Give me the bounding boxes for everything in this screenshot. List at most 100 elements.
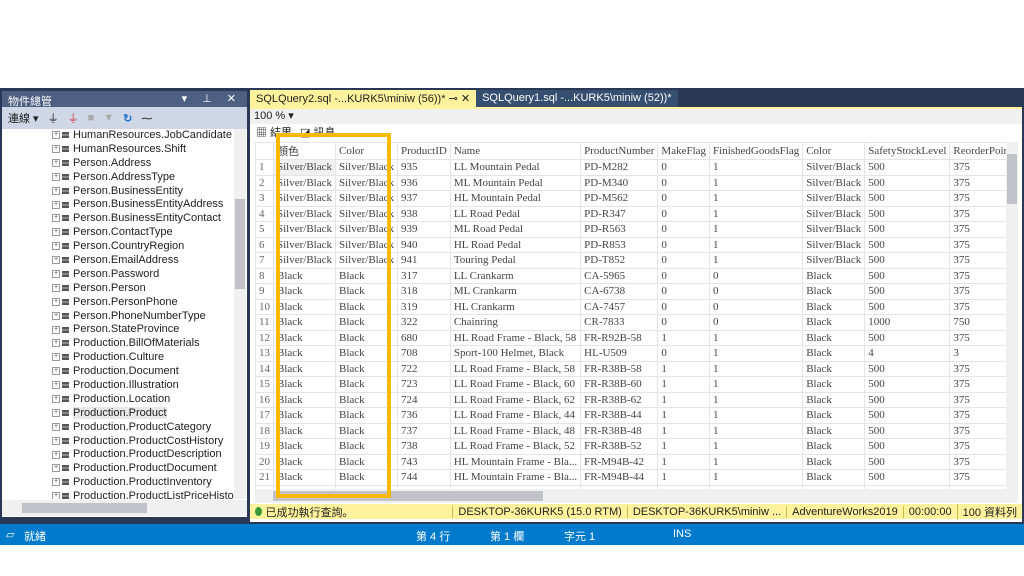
grid-cell[interactable]: 500 [864,407,951,424]
grid-cell[interactable]: 0 [657,190,711,207]
row-number[interactable]: 9 [255,283,274,300]
tree-item[interactable]: + Person.BusinessEntityContact [2,212,234,226]
grid-cell[interactable]: Silver/Black [273,190,336,207]
grid-cell[interactable]: 1 [709,252,804,269]
grid-cell[interactable]: 375 [949,283,1006,300]
zoom-select[interactable]: 100 % [254,110,285,122]
connect-button[interactable]: 連線 ▾ [8,110,39,126]
grid-cell[interactable]: 375 [949,360,1006,377]
grid-cell[interactable]: 318 [397,283,451,300]
grid-cell[interactable]: Silver/Black [802,221,866,238]
grid-cell[interactable]: Black [273,438,336,455]
tree-item[interactable]: + Person.PhoneNumberType [2,310,234,324]
grid-cell[interactable]: Black [273,453,336,470]
grid-cell[interactable]: Black [802,345,866,362]
expand-icon[interactable]: + [52,270,60,278]
expand-icon[interactable]: + [52,186,60,195]
grid-cell[interactable]: Black [802,298,866,315]
grid-cell[interactable]: HL Mountain Frame - Bla... [449,469,582,486]
grid-cell[interactable]: Black [802,329,866,346]
grid-cell[interactable]: 1 [709,453,804,470]
tree-horizontal-scrollbar[interactable] [2,500,247,516]
grid-cell[interactable]: Black [335,298,398,315]
grid-cell[interactable]: ML Crankarm [449,283,582,300]
tree-item[interactable]: + Person.Person [2,282,234,296]
grid-cell[interactable]: FR-R38B-62 [580,391,659,408]
grid-cell[interactable]: Black [273,298,336,315]
grid-cell[interactable]: FR-M94B-44 [580,469,659,486]
expand-icon[interactable]: + [52,144,60,153]
grid-cell[interactable]: PD-R347 [580,205,659,222]
grid-cell[interactable]: Black [273,422,336,439]
grid-cell[interactable]: 0 [657,345,711,362]
expand-icon[interactable]: + [52,478,60,487]
grid-cell[interactable]: HL Mountain Pedal [449,190,582,207]
grid-cell[interactable]: Black [335,469,398,486]
grid-horizontal-scrollbar[interactable] [255,489,1018,503]
grid-cell[interactable]: 500 [864,376,951,393]
expand-icon[interactable]: + [52,283,60,292]
grid-cell[interactable]: ML Road Pedal [449,221,582,238]
grid-cell[interactable]: Black [335,391,398,408]
grid-cell[interactable]: 500 [864,159,951,176]
grid-cell[interactable]: PD-M562 [580,190,659,207]
grid-cell[interactable]: LL Road Frame - Black, 60 [449,376,582,393]
grid-cell[interactable]: Black [802,283,866,300]
row-number[interactable]: 15 [255,376,274,393]
expand-icon[interactable]: + [52,339,60,348]
grid-cell[interactable]: Silver/Black [802,174,866,191]
grid-cell[interactable]: 0 [657,205,711,222]
grid-cell[interactable]: 0 [709,298,804,315]
row-number[interactable]: 10 [255,298,274,315]
grid-cell[interactable]: 500 [864,391,951,408]
column-header[interactable]: ReorderPoint [949,142,1006,160]
table-row[interactable]: 11 Black Black 322 Chainring CR-7833 0 0 Black 10… [255,314,1006,331]
table-row[interactable]: 16 Black Black 724 LL Road Frame - Black, 62… [255,391,1006,408]
grid-cell[interactable]: 1 [657,329,711,346]
grid-cell[interactable]: 500 [864,252,951,269]
grid-cell[interactable]: Chainring [449,314,582,331]
column-header[interactable]: FinishedGoodsFlag [709,142,804,160]
grid-cell[interactable]: Black [802,391,866,408]
grid-cell[interactable]: 737 [397,422,451,439]
pin-icon[interactable]: ⊸ [449,93,458,105]
grid-cell[interactable]: LL Crankarm [449,267,582,284]
table-row[interactable]: 21 Black Black 744 HL Mountain Frame - Bla..… [255,469,1006,486]
column-header[interactable]: MakeFlag [657,142,711,160]
grid-cell[interactable]: 724 [397,391,451,408]
grid-cell[interactable]: 1 [657,376,711,393]
grid-cell[interactable]: 375 [949,236,1006,253]
grid-cell[interactable]: LL Mountain Pedal [449,159,582,176]
grid-cell[interactable]: 750 [949,314,1006,331]
table-row[interactable]: 6 Silver/Black Silver/Black 940 HL Road Peda… [255,236,1006,253]
grid-cell[interactable]: 375 [949,298,1006,315]
expand-icon[interactable]: + [52,242,60,251]
grid-cell[interactable]: Silver/Black [335,190,398,207]
grid-cell[interactable]: LL Road Frame - Black, 48 [449,422,582,439]
grid-cell[interactable]: PD-R853 [580,236,659,253]
grid-cell[interactable]: PD-M340 [580,174,659,191]
grid-cell[interactable]: Silver/Black [273,252,336,269]
grid-cell[interactable]: Black [273,314,336,331]
expand-icon[interactable]: + [52,395,60,404]
grid-cell[interactable]: FR-R38B-58 [580,360,659,377]
grid-cell[interactable]: Black [273,283,336,300]
grid-cell[interactable]: Black [335,360,398,377]
tab-messages[interactable]: ◪ 訊息 [300,124,335,139]
expand-icon[interactable]: + [52,436,60,445]
grid-cell[interactable]: 500 [864,438,951,455]
row-number[interactable]: 19 [255,438,274,455]
grid-cell[interactable]: LL Road Frame - Black, 52 [449,438,582,455]
grid-cell[interactable]: 1 [709,345,804,362]
grid-cell[interactable]: Silver/Black [802,159,866,176]
row-number[interactable]: 3 [255,190,274,207]
grid-cell[interactable]: FR-M94B-42 [580,453,659,470]
grid-cell[interactable]: Silver/Black [335,236,398,253]
tree-item[interactable]: + Production.ProductListPriceHistory [2,490,234,499]
tree-item[interactable]: + Production.Document [2,365,234,379]
tree-item[interactable]: + Person.StateProvince [2,323,234,337]
grid-cell[interactable]: 500 [864,298,951,315]
table-row[interactable]: 10 Black Black 319 HL Crankarm CA-7457 0 0 Black… [255,298,1006,315]
grid-cell[interactable]: 0 [709,314,804,331]
table-row[interactable]: 5 Silver/Black Silver/Black 939 ML Road Peda… [255,221,1006,238]
